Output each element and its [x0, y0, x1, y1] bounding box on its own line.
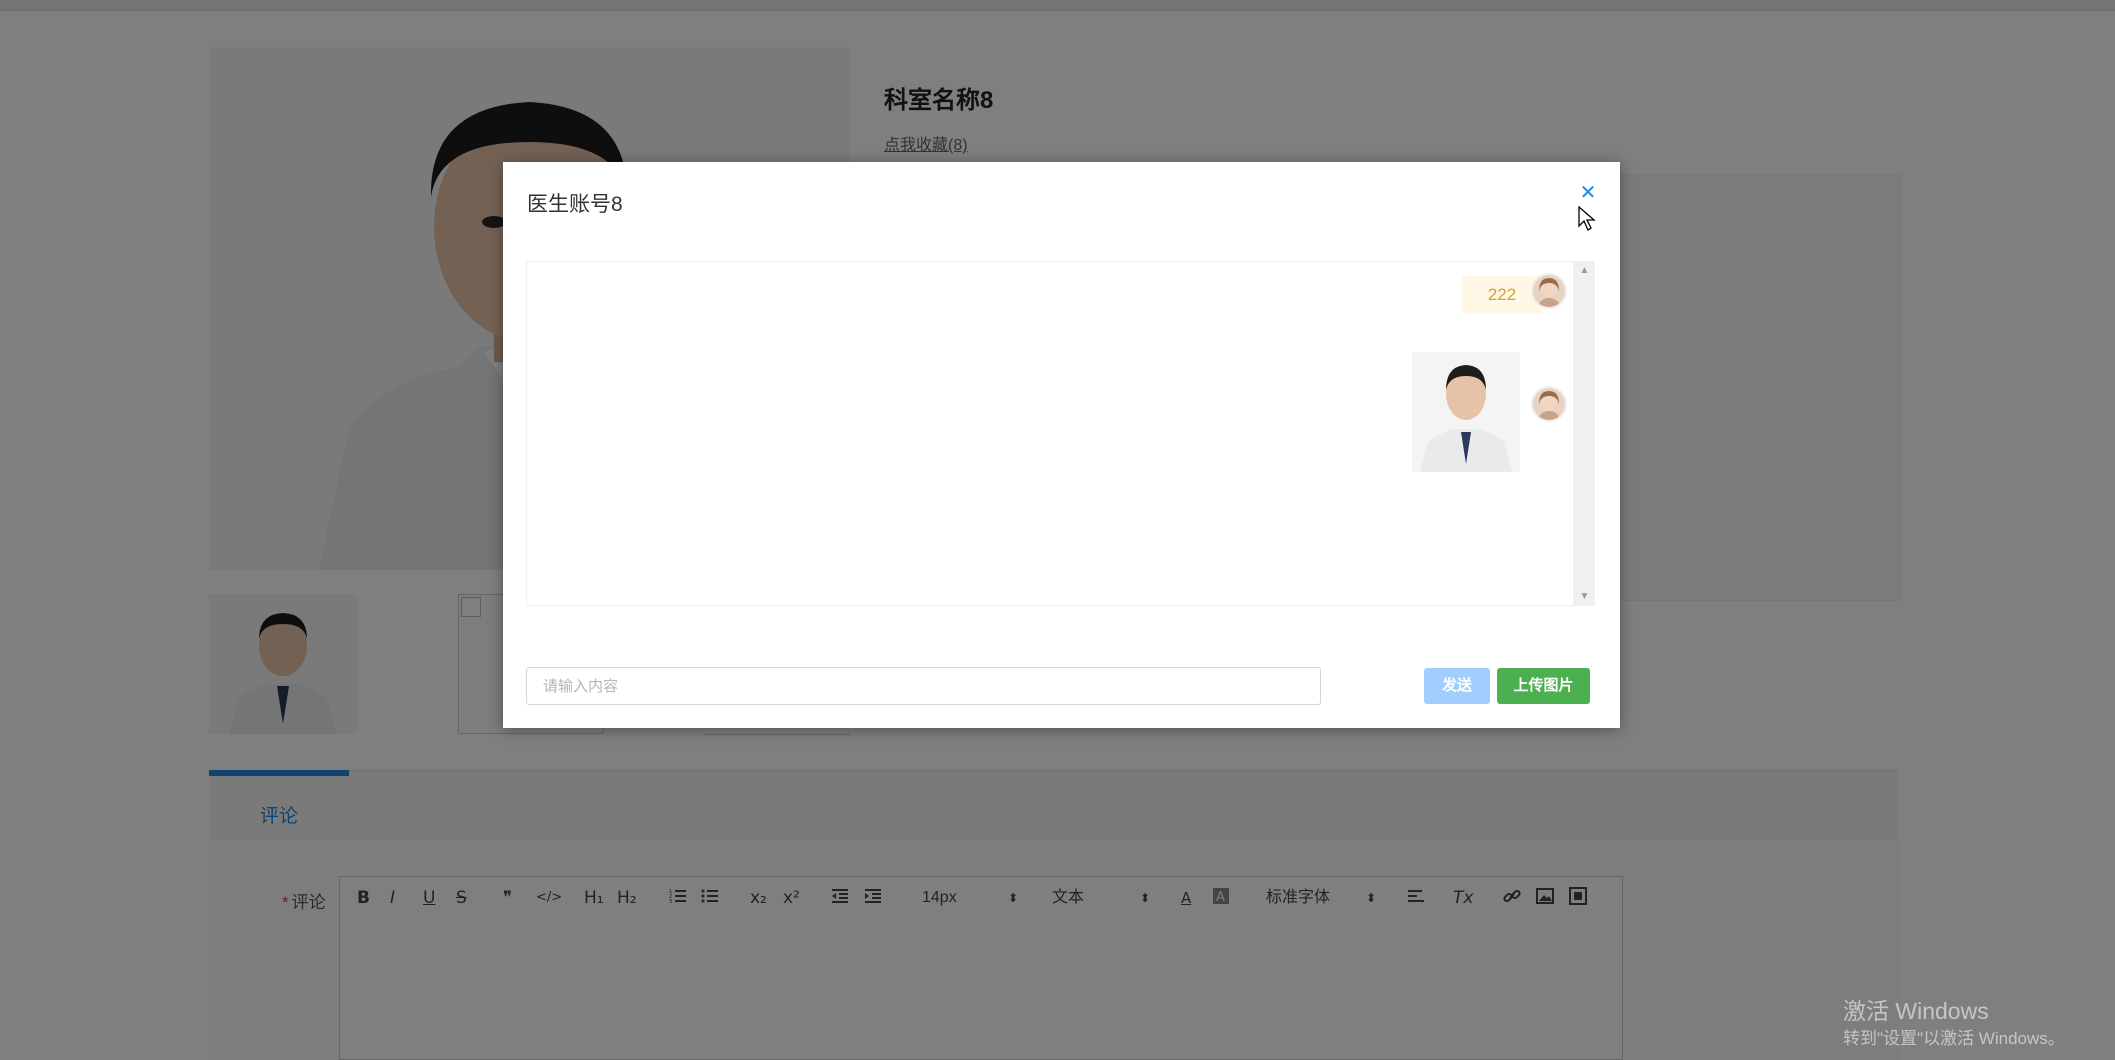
chat-image-message[interactable]	[1412, 352, 1520, 472]
close-icon[interactable]: ✕	[1575, 180, 1601, 206]
scroll-down-icon[interactable]: ▼	[1574, 591, 1595, 602]
user-avatar	[1531, 273, 1567, 309]
chat-dialog: 医生账号8 ✕ 222 ▲ ▼ 发送 上传图片	[503, 162, 1620, 728]
dialog-title: 医生账号8	[527, 193, 623, 216]
activation-watermark-title: 激活 Windows	[1843, 998, 1989, 1024]
chat-message-bubble: 222	[1462, 276, 1542, 314]
activation-watermark-subtitle: 转到"设置"以激活 Windows。	[1843, 1029, 2065, 1048]
send-button[interactable]: 发送	[1424, 668, 1490, 704]
chat-scrollbar[interactable]: ▲ ▼	[1574, 261, 1595, 606]
upload-image-button[interactable]: 上传图片	[1497, 668, 1590, 704]
user-avatar	[1531, 386, 1567, 422]
mouse-cursor-icon	[1578, 206, 1596, 231]
message-input[interactable]	[526, 667, 1321, 705]
scroll-up-icon[interactable]: ▲	[1574, 265, 1595, 276]
chat-message-area[interactable]: 222	[526, 261, 1574, 606]
